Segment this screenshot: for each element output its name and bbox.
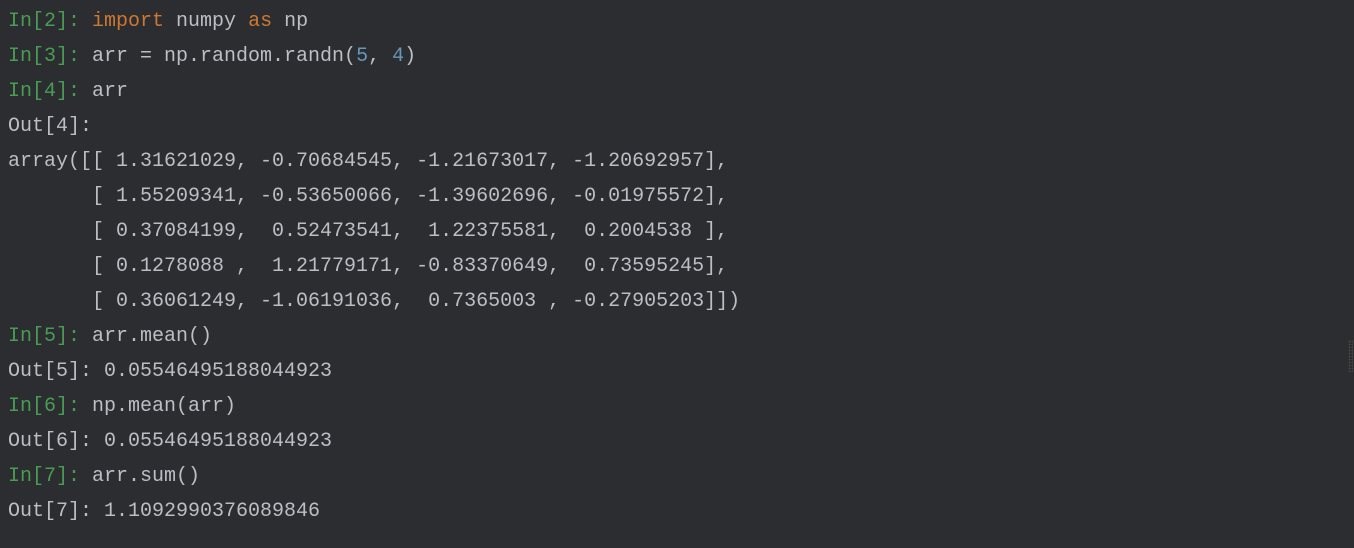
input-prompt: In[5]: bbox=[8, 325, 92, 348]
code-text: , bbox=[368, 45, 392, 68]
code-text bbox=[272, 10, 284, 33]
code-text: np bbox=[284, 10, 308, 33]
input-prompt: In[3]: bbox=[8, 45, 92, 68]
output-line: [ 0.37084199, 0.52473541, 1.22375581, 0.… bbox=[8, 214, 1346, 249]
output-prompt: Out[6]: bbox=[8, 430, 104, 453]
code-text bbox=[164, 10, 176, 33]
code-text: arr bbox=[92, 80, 128, 103]
number-literal: 4 bbox=[392, 45, 404, 68]
code-text: np.mean(arr) bbox=[92, 395, 236, 418]
keyword-as: as bbox=[248, 10, 272, 33]
output-prompt: Out[4]: bbox=[8, 115, 92, 138]
output-value: 1.1092990376089846 bbox=[104, 500, 320, 523]
code-text: arr.mean() bbox=[92, 325, 212, 348]
code-text: arr = np.random.randn( bbox=[92, 45, 356, 68]
output-cell: Out[7]: 1.1092990376089846 bbox=[8, 494, 1346, 529]
input-cell: In[7]: arr.sum() bbox=[8, 459, 1346, 494]
output-line: array([[ 1.31621029, -0.70684545, -1.216… bbox=[8, 144, 1346, 179]
number-literal: 5 bbox=[356, 45, 368, 68]
input-prompt: In[2]: bbox=[8, 10, 92, 33]
output-cell: Out[6]: 0.05546495188044923 bbox=[8, 424, 1346, 459]
repl-console[interactable]: In[2]: import numpy as np In[3]: arr = n… bbox=[8, 4, 1346, 529]
output-line: [ 1.55209341, -0.53650066, -1.39602696, … bbox=[8, 179, 1346, 214]
output-prompt: Out[5]: bbox=[8, 360, 104, 383]
output-line: [ 0.36061249, -1.06191036, 0.7365003 , -… bbox=[8, 284, 1346, 319]
output-value: 0.05546495188044923 bbox=[104, 430, 332, 453]
code-text: numpy bbox=[176, 10, 236, 33]
code-text: ) bbox=[404, 45, 416, 68]
input-prompt: In[4]: bbox=[8, 80, 92, 103]
input-cell: In[6]: np.mean(arr) bbox=[8, 389, 1346, 424]
input-prompt: In[7]: bbox=[8, 465, 92, 488]
keyword-import: import bbox=[92, 10, 164, 33]
code-text bbox=[236, 10, 248, 33]
code-text: arr.sum() bbox=[92, 465, 200, 488]
input-prompt: In[6]: bbox=[8, 395, 92, 418]
input-cell: In[3]: arr = np.random.randn(5, 4) bbox=[8, 39, 1346, 74]
output-line: [ 0.1278088 , 1.21779171, -0.83370649, 0… bbox=[8, 249, 1346, 284]
input-cell: In[5]: arr.mean() bbox=[8, 319, 1346, 354]
output-cell: Out[5]: 0.05546495188044923 bbox=[8, 354, 1346, 389]
output-value: 0.05546495188044923 bbox=[104, 360, 332, 383]
output-label-line: Out[4]: bbox=[8, 109, 1346, 144]
scrollbar-handle[interactable] bbox=[1348, 340, 1353, 372]
input-cell: In[2]: import numpy as np bbox=[8, 4, 1346, 39]
input-cell: In[4]: arr bbox=[8, 74, 1346, 109]
output-prompt: Out[7]: bbox=[8, 500, 104, 523]
